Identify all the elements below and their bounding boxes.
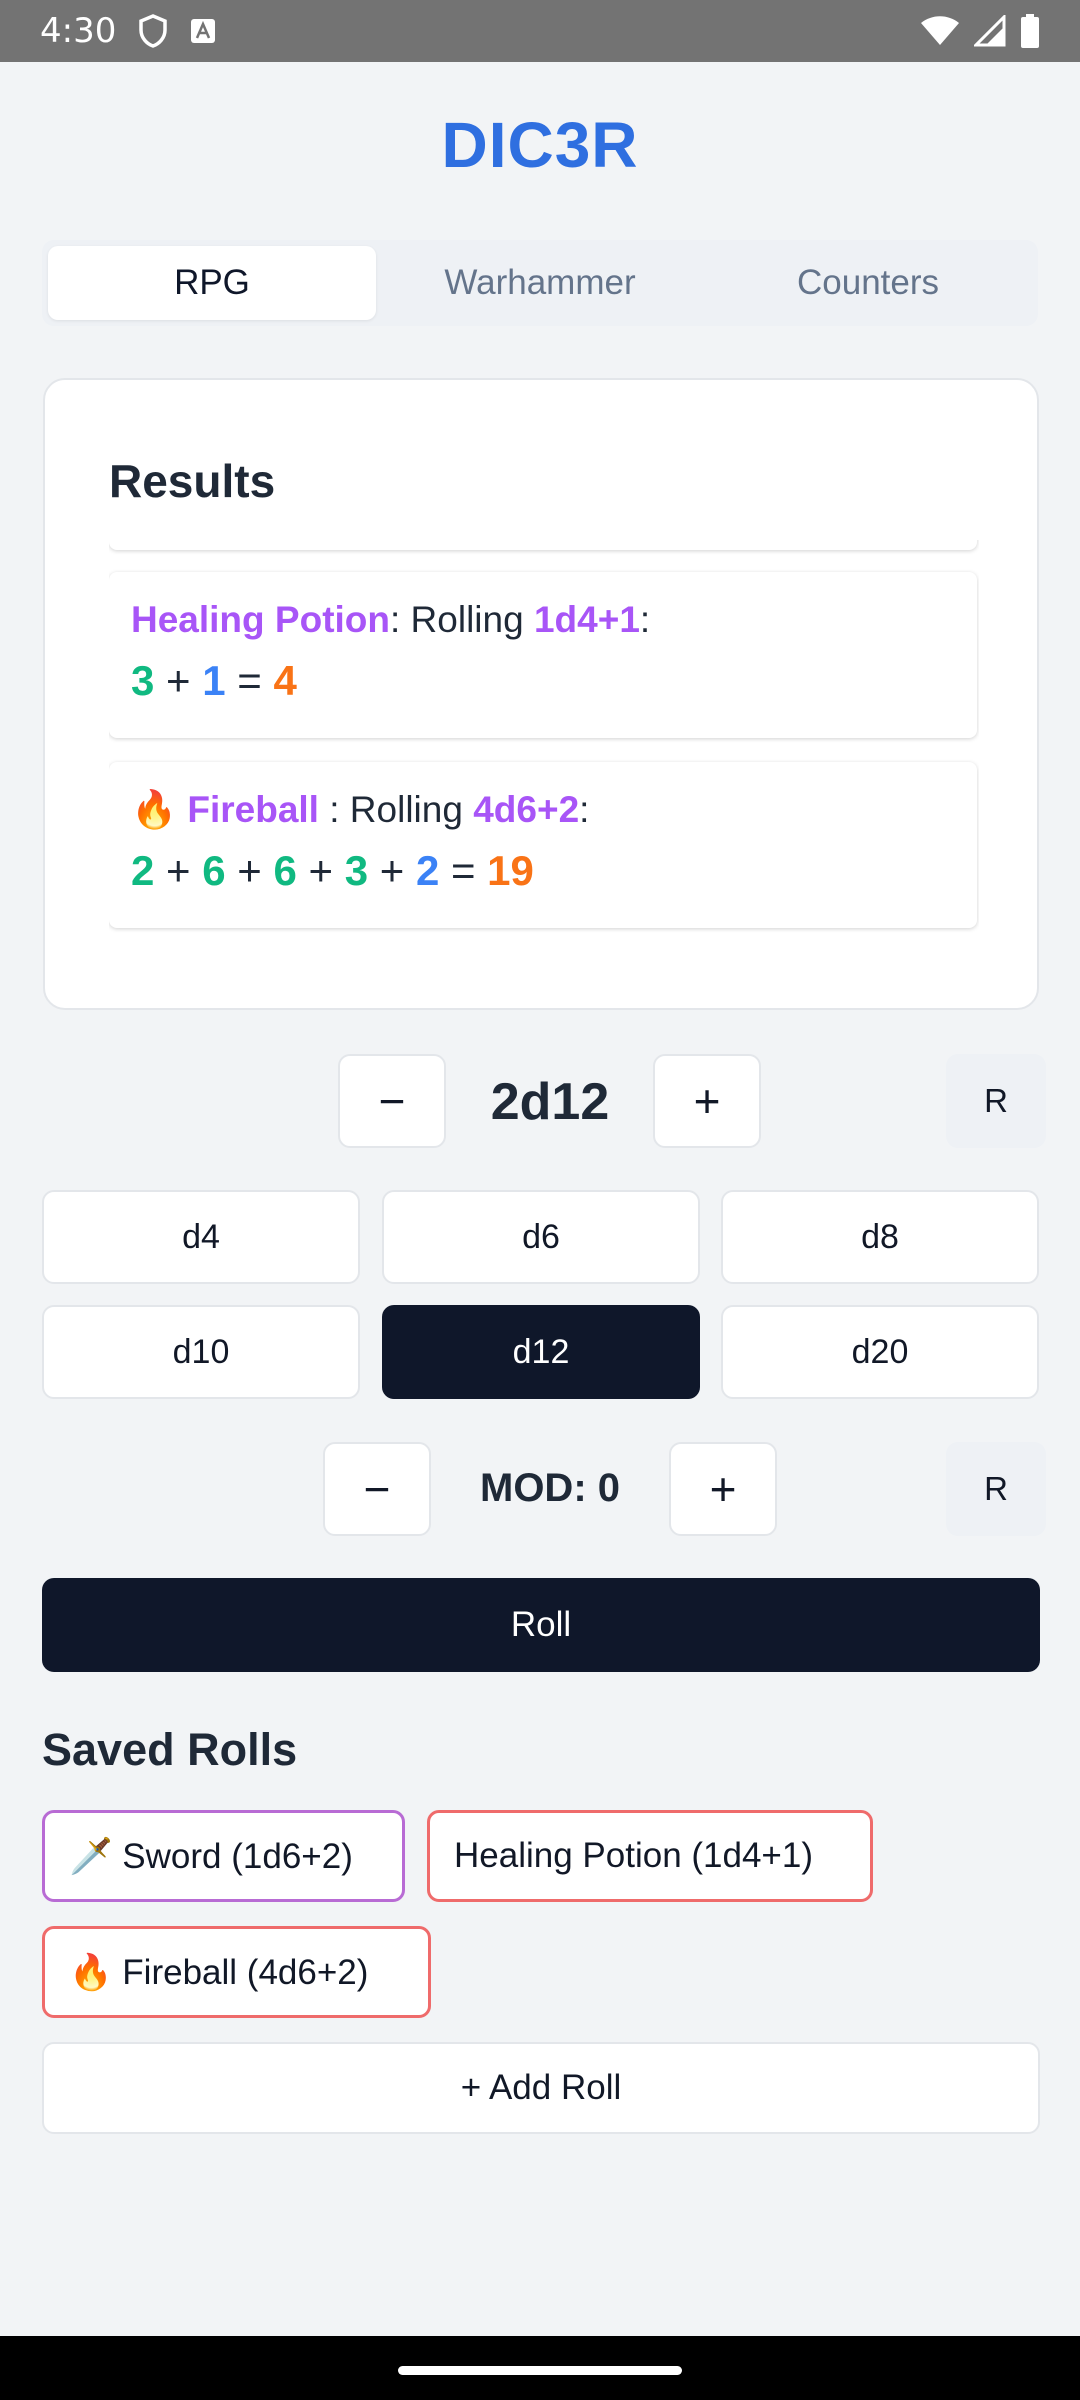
dice-count-decrease-button[interactable]: − xyxy=(338,1054,446,1148)
roll-button[interactable]: Roll xyxy=(42,1578,1040,1672)
fire-icon: 🔥 xyxy=(131,789,178,830)
modifier-value-label: MOD: 0 xyxy=(480,1466,620,1510)
tab-warhammer[interactable]: Warhammer xyxy=(376,246,704,320)
die-d20-button[interactable]: d20 xyxy=(721,1305,1039,1399)
result-formula: 1d4+1 xyxy=(533,599,640,640)
tab-rpg[interactable]: RPG xyxy=(48,246,376,320)
wifi-icon xyxy=(920,15,960,47)
modifier-reset-button[interactable]: R xyxy=(946,1442,1046,1536)
die-roll-value: 3 xyxy=(131,657,155,704)
shield-icon xyxy=(138,14,168,48)
saved-roll-sword[interactable]: 🗡️ Sword (1d6+2) xyxy=(42,1810,405,1902)
modifier-value: 1 xyxy=(202,657,226,704)
die-d4-button[interactable]: d4 xyxy=(42,1190,360,1284)
tab-counters[interactable]: Counters xyxy=(704,246,1032,320)
results-title: Results xyxy=(109,455,276,507)
add-roll-button[interactable]: + Add Roll xyxy=(42,2042,1040,2134)
text-a-icon xyxy=(190,18,216,44)
result-item: 🔥 Fireball : Rolling 4d6+2: 2 + 6 + 6 + … xyxy=(109,762,977,928)
die-roll-value: 6 xyxy=(273,847,297,894)
modifier-decrease-button[interactable]: − xyxy=(323,1442,431,1536)
total-value: 19 xyxy=(487,847,534,894)
saved-roll-fireball[interactable]: 🔥 Fireball (4d6+2) xyxy=(42,1926,431,2018)
die-d8-button[interactable]: d8 xyxy=(721,1190,1039,1284)
modifier-increase-button[interactable]: + xyxy=(669,1442,777,1536)
result-header: Healing Potion: Rolling 1d4+1: xyxy=(131,599,651,640)
dice-count-increase-button[interactable]: + xyxy=(653,1054,761,1148)
result-breakdown: 3 + 1 = 4 xyxy=(131,657,297,704)
dice-count-value: 2d12 xyxy=(490,1073,610,1131)
dice-reset-button[interactable]: R xyxy=(946,1054,1046,1148)
result-roll-name: Fireball xyxy=(187,789,319,830)
result-formula: 4d6+2 xyxy=(473,789,580,830)
cellular-signal-icon xyxy=(974,15,1006,47)
result-header: 🔥 Fireball : Rolling 4d6+2: xyxy=(131,789,590,830)
status-bar: 4:30 xyxy=(0,0,1080,62)
modifier-value: 2 xyxy=(415,847,440,894)
die-roll-value: 2 xyxy=(131,847,155,894)
saved-rolls-title: Saved Rolls xyxy=(42,1724,298,1775)
result-item: Healing Potion: Rolling 1d4+1: 3 + 1 = 4 xyxy=(109,572,977,738)
die-d12-button[interactable]: d12 xyxy=(382,1305,700,1399)
die-d10-button[interactable]: d10 xyxy=(42,1305,360,1399)
die-d6-button[interactable]: d6 xyxy=(382,1190,700,1284)
result-item xyxy=(109,540,977,550)
home-gesture-handle[interactable] xyxy=(398,2366,682,2375)
saved-roll-healing-potion[interactable]: Healing Potion (1d4+1) xyxy=(427,1810,873,1902)
results-list[interactable]: Healing Potion: Rolling 1d4+1: 3 + 1 = 4… xyxy=(109,540,979,980)
total-value: 4 xyxy=(273,657,297,704)
status-time: 4:30 xyxy=(40,11,117,51)
result-roll-name: Healing Potion xyxy=(131,599,390,640)
mode-tabs: RPG Warhammer Counters xyxy=(42,240,1038,326)
die-roll-value: 3 xyxy=(344,847,369,894)
results-card: Results Healing Potion: Rolling 1d4+1: 3… xyxy=(43,378,1039,1010)
die-roll-value: 6 xyxy=(202,847,226,894)
app-title: DIC3R xyxy=(441,109,639,181)
battery-icon xyxy=(1020,14,1040,48)
result-breakdown: 2 + 6 + 6 + 3 + 2 = 19 xyxy=(131,847,534,894)
